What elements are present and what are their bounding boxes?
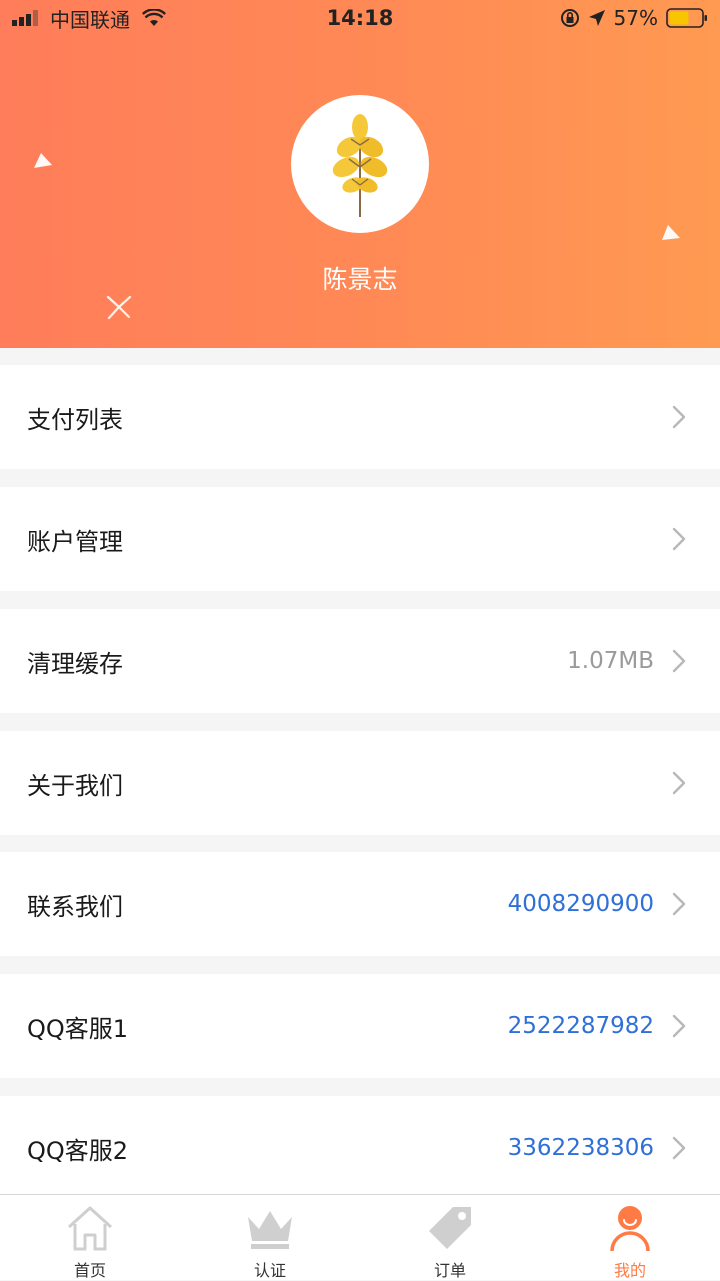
chevron-right-icon (672, 1014, 686, 1038)
menu-item-label: QQ客服2 (27, 1136, 129, 1165)
menu-item-label: 账户管理 (27, 527, 123, 556)
rotation-lock-icon (560, 9, 579, 27)
chevron-right-icon (672, 649, 686, 673)
tab-orders[interactable]: 订单 (360, 1195, 540, 1281)
menu-item-qq-service-1[interactable]: QQ客服1 2522287982 (0, 974, 720, 1078)
user-icon (610, 1206, 650, 1252)
decor-sparkle-icon (106, 295, 132, 320)
menu-item-label: 联系我们 (27, 892, 123, 921)
menu-item-contact-us[interactable]: 联系我们 4008290900 (0, 852, 720, 956)
battery-percent: 57% (613, 6, 658, 30)
tab-label: 首页 (73, 1261, 106, 1280)
tab-home[interactable]: 首页 (0, 1195, 180, 1281)
avatar[interactable] (291, 95, 429, 233)
menu-item-qq-service-2[interactable]: QQ客服2 3362238306 (0, 1096, 720, 1200)
tab-certification[interactable]: 认证 (180, 1195, 360, 1281)
chevron-right-icon (672, 1136, 686, 1160)
qq-number-value[interactable]: 2522287982 (508, 1013, 654, 1039)
tab-label: 我的 (613, 1261, 646, 1280)
battery-icon (666, 8, 707, 28)
decor-triangle-icon (662, 225, 680, 240)
location-arrow-icon (588, 10, 605, 26)
chevron-right-icon (672, 527, 686, 551)
menu-item-clear-cache[interactable]: 清理缓存 1.07MB (0, 609, 720, 713)
crown-icon (248, 1211, 292, 1249)
chevron-right-icon (672, 892, 686, 916)
contact-phone-value[interactable]: 4008290900 (508, 891, 654, 917)
menu-item-account-management[interactable]: 账户管理 (0, 487, 720, 591)
tag-icon (429, 1207, 471, 1249)
menu-item-label: 支付列表 (27, 405, 123, 434)
leaf-icon (332, 114, 388, 217)
status-bar: 中国联通 14:18 57% (0, 0, 720, 40)
home-icon (67, 1206, 113, 1251)
cache-size-value: 1.07MB (567, 648, 654, 674)
tab-label: 认证 (253, 1261, 286, 1280)
chevron-right-icon (672, 405, 686, 429)
menu-item-label: 清理缓存 (27, 649, 123, 678)
user-name: 陈景志 (322, 265, 398, 294)
decor-triangle-icon (34, 153, 52, 168)
menu-item-about-us[interactable]: 关于我们 (0, 731, 720, 835)
tab-label: 订单 (433, 1261, 466, 1280)
menu-item-label: 关于我们 (27, 771, 123, 800)
profile-header: 中国联通 14:18 57% 陈景志 (0, 0, 720, 348)
bottom-tab-bar: 首页 认证 订单 我的 (0, 1194, 720, 1280)
tab-mine[interactable]: 我的 (540, 1195, 720, 1281)
chevron-right-icon (672, 771, 686, 795)
qq-number-value[interactable]: 3362238306 (508, 1135, 654, 1161)
menu-item-label: QQ客服1 (27, 1014, 129, 1043)
menu-item-payment-list[interactable]: 支付列表 (0, 365, 720, 469)
